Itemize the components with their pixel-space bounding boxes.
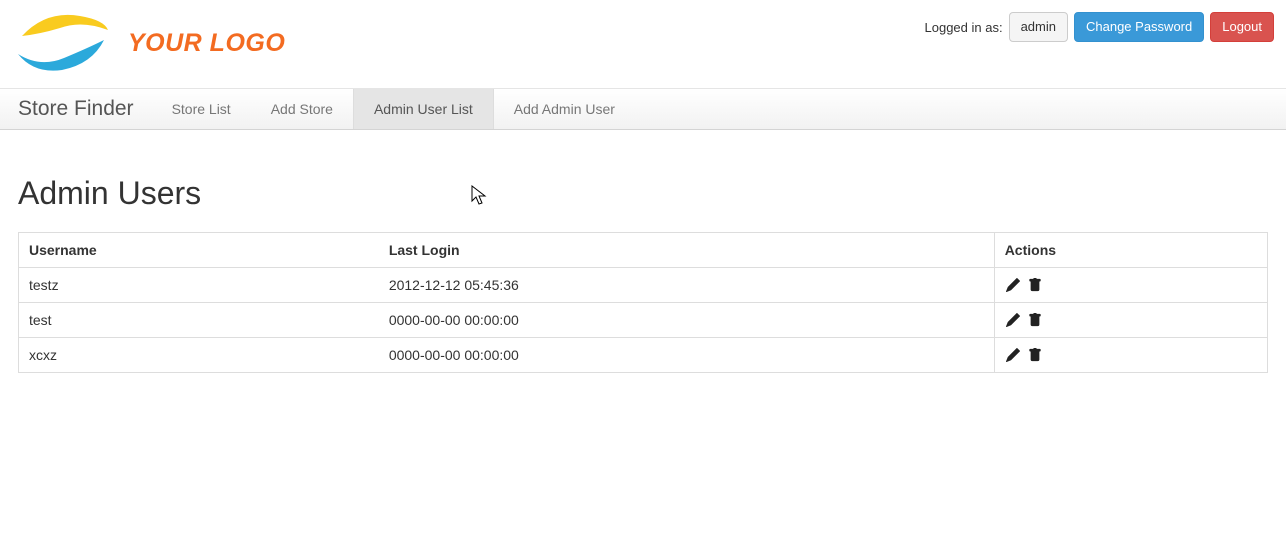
logo-text: YOUR LOGO: [128, 29, 285, 58]
edit-icon[interactable]: [1005, 312, 1021, 328]
nav-admin-user-list[interactable]: Admin User List: [353, 89, 494, 129]
change-password-button[interactable]: Change Password: [1074, 12, 1204, 42]
cell-username: xcxz: [19, 338, 379, 373]
th-last-login: Last Login: [379, 233, 994, 268]
edit-icon[interactable]: [1005, 347, 1021, 363]
logged-in-label: Logged in as:: [925, 20, 1003, 35]
nav-store-list[interactable]: Store List: [152, 89, 251, 129]
delete-icon[interactable]: [1027, 347, 1043, 363]
delete-icon[interactable]: [1027, 277, 1043, 293]
cell-username: testz: [19, 268, 379, 303]
navbar-brand: Store Finder: [0, 88, 152, 130]
table-row: test 0000-00-00 00:00:00: [19, 303, 1268, 338]
logo-icon: [12, 8, 112, 78]
delete-icon[interactable]: [1027, 312, 1043, 328]
table-row: xcxz 0000-00-00 00:00:00: [19, 338, 1268, 373]
admin-users-table: Username Last Login Actions testz 2012-1…: [18, 232, 1268, 373]
edit-icon[interactable]: [1005, 277, 1021, 293]
navbar: Store Finder Store List Add Store Admin …: [0, 88, 1286, 130]
th-actions: Actions: [994, 233, 1267, 268]
page-title: Admin Users: [18, 175, 1268, 212]
cell-last-login: 0000-00-00 00:00:00: [379, 338, 994, 373]
cell-username: test: [19, 303, 379, 338]
th-username: Username: [19, 233, 379, 268]
table-row: testz 2012-12-12 05:45:36: [19, 268, 1268, 303]
logout-button[interactable]: Logout: [1210, 12, 1274, 42]
cell-last-login: 0000-00-00 00:00:00: [379, 303, 994, 338]
nav-add-store[interactable]: Add Store: [251, 89, 353, 129]
cell-last-login: 2012-12-12 05:45:36: [379, 268, 994, 303]
logo-area: YOUR LOGO: [12, 8, 285, 78]
username-button[interactable]: admin: [1009, 12, 1068, 42]
nav-add-admin-user[interactable]: Add Admin User: [494, 89, 635, 129]
